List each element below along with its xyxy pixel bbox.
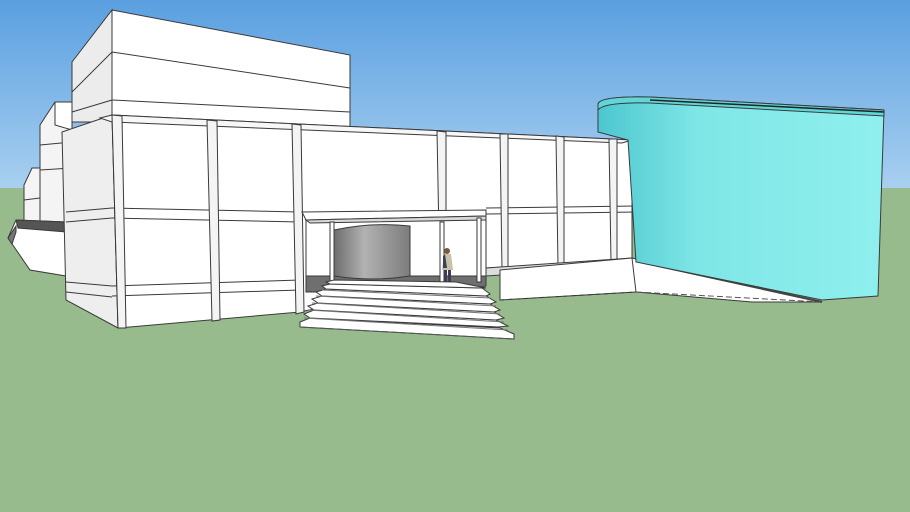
entrance-cylinder [333,224,411,280]
model-viewport[interactable] [0,0,910,512]
scene-svg [0,0,910,512]
